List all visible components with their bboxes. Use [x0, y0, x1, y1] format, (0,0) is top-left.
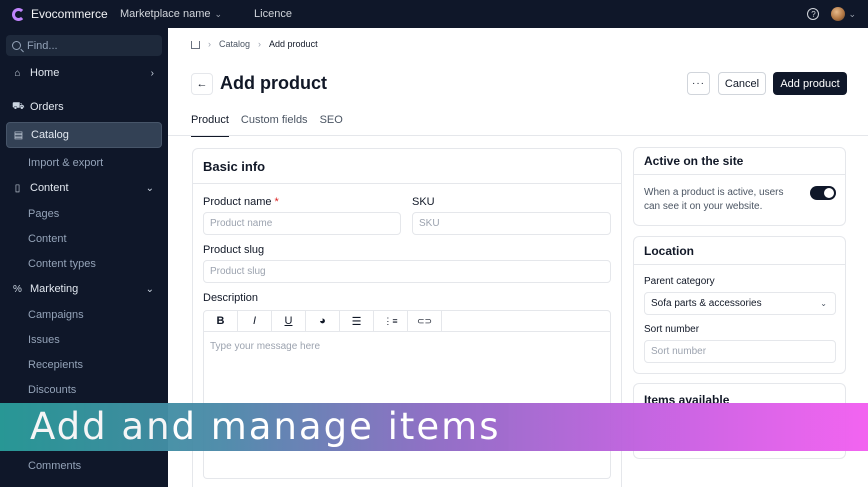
chevron-down-icon: ⌄ — [145, 283, 154, 295]
divider — [168, 135, 868, 136]
sidebar-item-content-types[interactable]: Content types — [28, 258, 96, 270]
basic-info-title: Basic info — [193, 149, 621, 184]
sku-label: SKU — [412, 196, 435, 208]
tab-custom-fields[interactable]: Custom fields — [241, 114, 308, 137]
sidebar-item-recepients[interactable]: Recepients — [28, 359, 83, 371]
sidebar-item-content[interactable]: ▯ Content ⌄ — [6, 175, 162, 201]
breadcrumb: › Catalog › Add product — [191, 39, 318, 49]
sidebar-item-label: Catalog — [31, 129, 69, 141]
sidebar-item-import-export[interactable]: Import & export — [28, 157, 103, 169]
active-card-title: Active on the site — [634, 148, 845, 175]
product-slug-input[interactable]: Product slug — [203, 260, 611, 283]
sidebar-item-label: Home — [30, 67, 60, 79]
bullet-list-icon[interactable]: ☰ — [340, 311, 374, 331]
sidebar-item-orders[interactable]: ⛟ Orders — [6, 94, 162, 120]
sidebar-item-comments[interactable]: Comments — [28, 460, 81, 472]
chevron-right-icon: › — [150, 67, 154, 79]
sidebar-item-catalog[interactable]: ▤ Catalog — [6, 122, 162, 148]
more-button[interactable]: ··· — [687, 72, 710, 95]
color-palette-icon[interactable]: ◕ — [306, 311, 340, 331]
chevron-down-icon: ⌄ — [820, 299, 827, 308]
tab-bar: Product Custom fields SEO — [191, 114, 343, 137]
chevron-down-icon: ⌄ — [214, 8, 223, 19]
sidebar-item-marketing[interactable]: % Marketing ⌄ — [6, 276, 162, 302]
chevron-down-icon: ⌄ — [145, 182, 154, 194]
sku-input[interactable]: SKU — [412, 212, 611, 235]
back-button[interactable]: ← — [191, 73, 213, 95]
cart-icon: ⛟ — [12, 100, 25, 112]
help-icon[interactable]: ? — [807, 8, 820, 20]
sort-number-label: Sort number — [644, 324, 700, 335]
search-placeholder: Find... — [27, 39, 58, 52]
location-card-title: Location — [634, 237, 845, 265]
description-label: Description — [203, 292, 259, 304]
parent-category-label: Parent category — [644, 276, 715, 287]
sidebar-item-pages[interactable]: Pages — [28, 208, 59, 220]
add-product-button[interactable]: Add product — [773, 72, 847, 95]
underline-button[interactable]: U — [272, 311, 306, 331]
product-name-label-text: Product name — [203, 196, 272, 208]
chevron-down-icon: ⌄ — [848, 8, 856, 19]
sidebar-item-discounts[interactable]: Discounts — [28, 384, 76, 396]
parent-category-select[interactable]: Sofa parts & accessories ⌄ — [644, 292, 836, 315]
sidebar-item-issues[interactable]: Issues — [28, 334, 60, 346]
italic-button[interactable]: I — [238, 311, 272, 331]
location-card: Location Parent category Sofa parts & ac… — [633, 236, 846, 374]
brand-name: Evocommerce — [31, 7, 108, 21]
banner-text: Add and manage items — [30, 405, 501, 448]
avatar — [831, 7, 846, 21]
active-card: Active on the site When a product is act… — [633, 147, 846, 226]
marketplace-name: Marketplace name — [120, 8, 211, 20]
licence-link[interactable]: Licence — [254, 8, 292, 20]
brand[interactable]: Evocommerce — [0, 7, 112, 21]
document-icon: ▯ — [14, 182, 21, 194]
page-title: Add product — [220, 73, 327, 93]
evocommerce-logo-icon — [12, 7, 25, 21]
breadcrumb-catalog[interactable]: Catalog — [219, 39, 250, 49]
tab-seo[interactable]: SEO — [320, 114, 343, 137]
ordered-list-icon[interactable]: ⋮≡ — [374, 311, 408, 331]
sidebar-item-label: Content — [30, 182, 69, 194]
chevron-right-icon: › — [258, 39, 262, 49]
cancel-button[interactable]: Cancel — [718, 72, 766, 95]
active-description: When a product is active, users can see … — [644, 187, 784, 212]
catalog-icon: ▤ — [13, 129, 24, 141]
home-icon: ⌂ — [14, 67, 21, 79]
active-toggle[interactable] — [810, 186, 836, 200]
sidebar-item-label: Orders — [30, 101, 64, 113]
product-slug-label: Product slug — [203, 244, 265, 256]
user-menu[interactable]: ⌄ — [831, 7, 856, 21]
parent-category-value: Sofa parts & accessories — [651, 298, 762, 309]
link-icon[interactable]: ⊂⊃ — [408, 311, 442, 331]
product-name-input[interactable]: Product name — [203, 212, 401, 235]
tab-product[interactable]: Product — [191, 114, 229, 137]
sidebar-item-label: Marketing — [30, 283, 79, 295]
percent-icon: % — [13, 283, 22, 295]
product-name-label: Product name * — [203, 196, 279, 208]
breadcrumb-current: Add product — [269, 39, 318, 49]
sidebar-item-campaigns[interactable]: Campaigns — [28, 309, 84, 321]
search-icon — [12, 41, 21, 50]
sort-number-input[interactable]: Sort number — [644, 340, 836, 363]
sidebar-item-home[interactable]: ⌂ Home › — [6, 60, 162, 86]
marketplace-selector[interactable]: Marketplace name ⌄ — [120, 8, 222, 20]
bold-button[interactable]: B — [204, 311, 238, 331]
top-bar: Evocommerce Marketplace name ⌄ Licence ?… — [0, 0, 868, 28]
sidebar-item-content-sub[interactable]: Content — [28, 233, 67, 245]
arrow-left-icon: ← — [196, 78, 208, 90]
search-input[interactable]: Find... — [6, 35, 162, 56]
chevron-right-icon: › — [208, 39, 211, 49]
home-icon[interactable] — [191, 41, 200, 49]
required-mark: * — [274, 196, 279, 208]
promo-banner: Add and manage items — [0, 403, 868, 451]
editor-toolbar: B I U ◕ ☰ ⋮≡ ⊂⊃ — [203, 310, 611, 332]
